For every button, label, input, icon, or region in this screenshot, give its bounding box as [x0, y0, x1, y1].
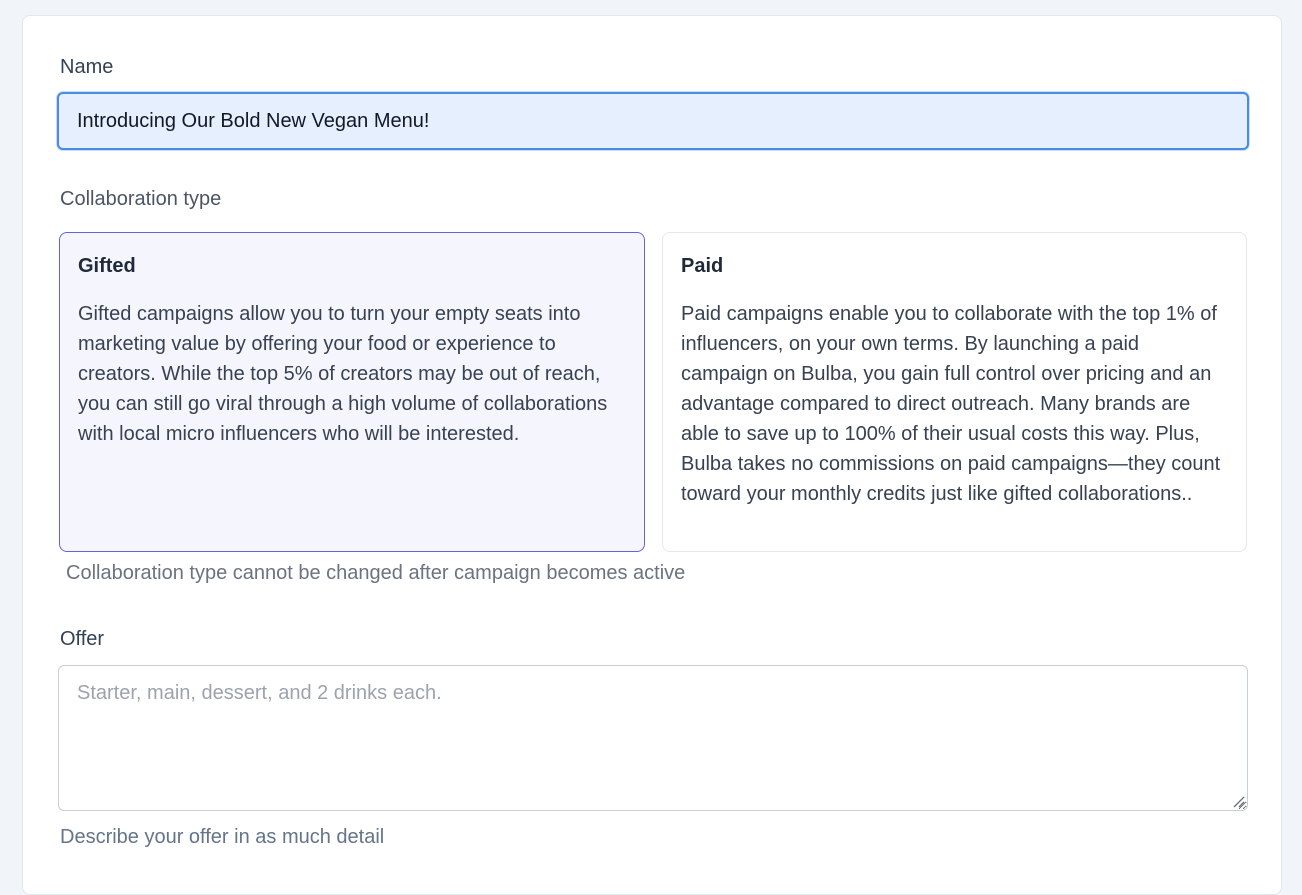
collaboration-option-gifted[interactable]: Gifted Gifted campaigns allow you to tur…: [59, 232, 645, 552]
offer-hint: Describe your offer in as much detail: [60, 826, 385, 848]
name-input[interactable]: [57, 92, 1249, 150]
paid-option-description: Paid campaigns enable you to collaborate…: [681, 303, 1221, 505]
paid-option-title: Paid: [681, 255, 724, 277]
offer-label: Offer: [60, 628, 105, 650]
gifted-option-title: Gifted: [78, 255, 136, 277]
collaboration-option-paid[interactable]: Paid Paid campaigns enable you to collab…: [662, 232, 1247, 552]
collaboration-type-label: Collaboration type: [60, 188, 222, 210]
gifted-option-description: Gifted campaigns allow you to turn your …: [78, 303, 608, 445]
name-label: Name: [60, 56, 114, 78]
campaign-form-card: Name Collaboration type Gifted Gifted ca…: [22, 15, 1282, 895]
offer-textarea[interactable]: [58, 665, 1248, 811]
collaboration-type-hint: Collaboration type cannot be changed aft…: [66, 562, 686, 584]
